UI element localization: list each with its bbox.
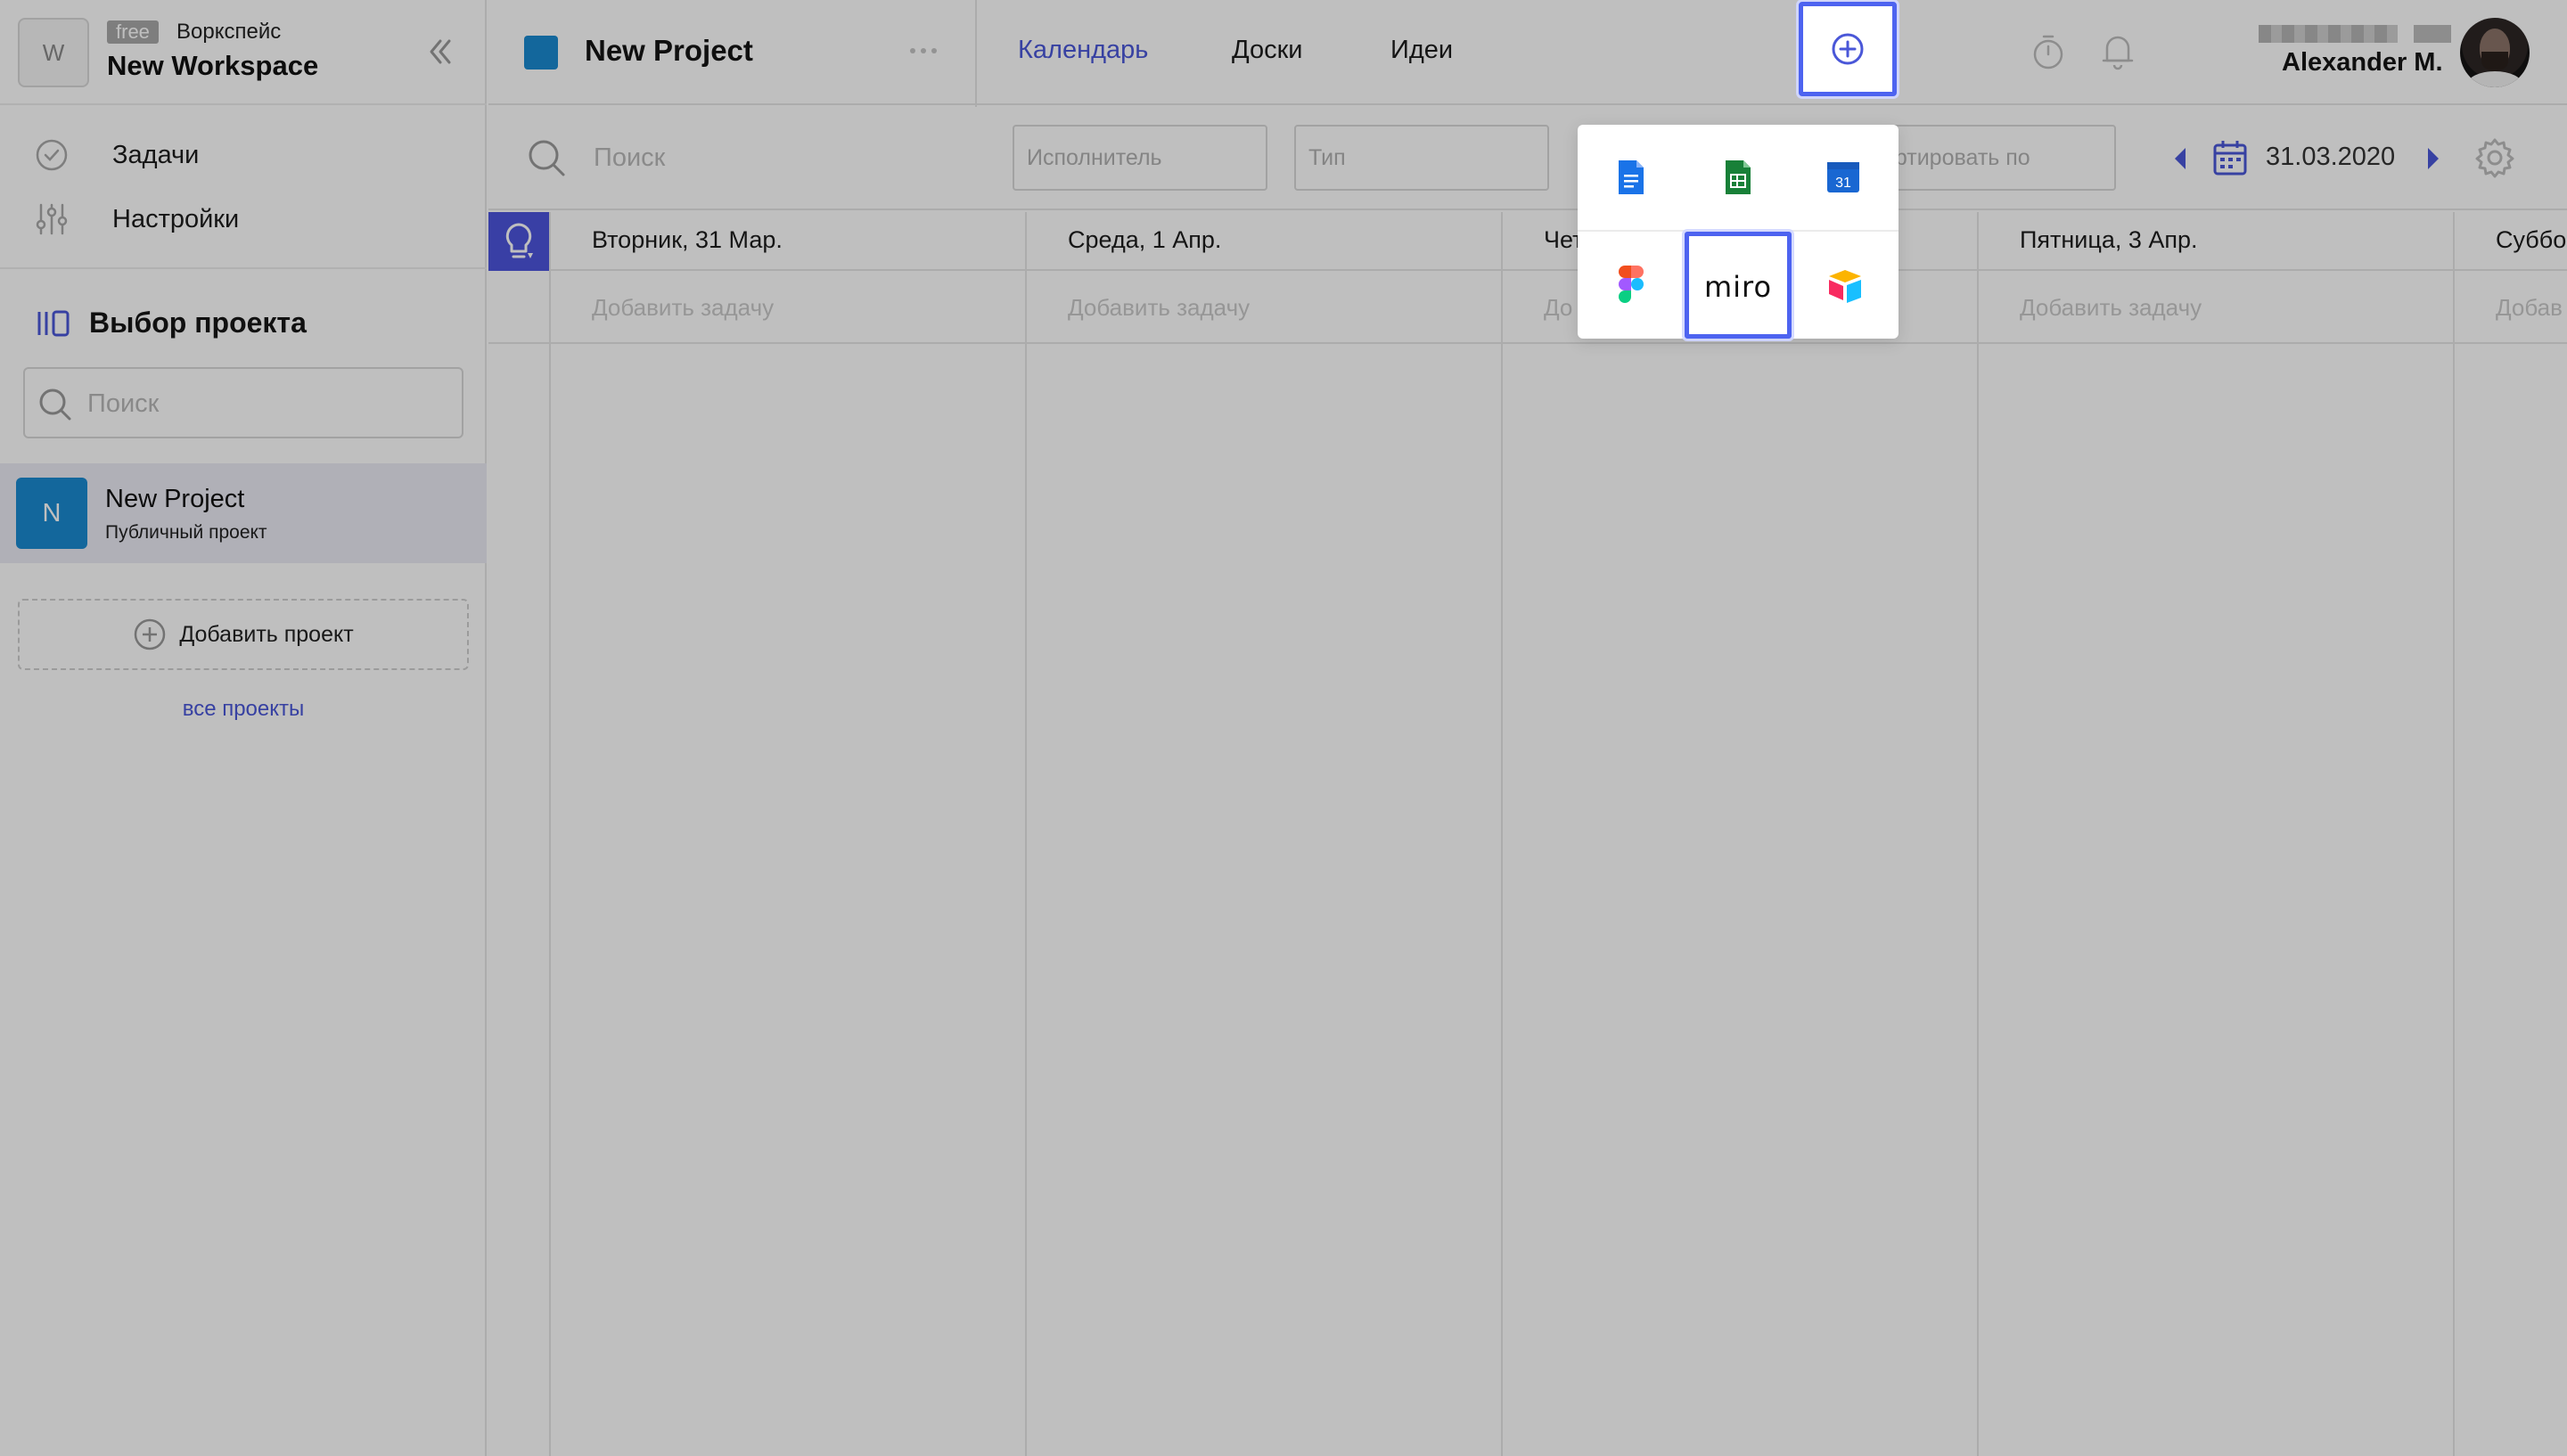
figma-icon <box>1619 266 1644 303</box>
add-integration-button[interactable] <box>1799 2 1897 96</box>
google-calendar-option[interactable]: 31 <box>1792 125 1899 232</box>
google-calendar-icon: 31 <box>1827 162 1859 192</box>
figma-option[interactable] <box>1578 232 1685 339</box>
dim-overlay[interactable] <box>0 0 2567 1456</box>
google-docs-icon <box>1619 160 1644 194</box>
google-sheets-option[interactable] <box>1685 125 1792 232</box>
miro-icon: miro <box>1703 270 1773 304</box>
google-sheets-icon <box>1726 160 1751 194</box>
airtable-option[interactable] <box>1792 232 1899 339</box>
app-root: W free Воркспейс New Workspace Задачи На <box>0 0 2567 1456</box>
plus-circle-icon <box>1832 33 1864 65</box>
svg-text:31: 31 <box>1835 176 1851 191</box>
airtable-icon <box>1829 270 1861 303</box>
google-docs-option[interactable] <box>1578 125 1685 232</box>
miro-option[interactable]: miro <box>1685 232 1792 339</box>
integrations-popup: 31 miro <box>1578 125 1899 339</box>
